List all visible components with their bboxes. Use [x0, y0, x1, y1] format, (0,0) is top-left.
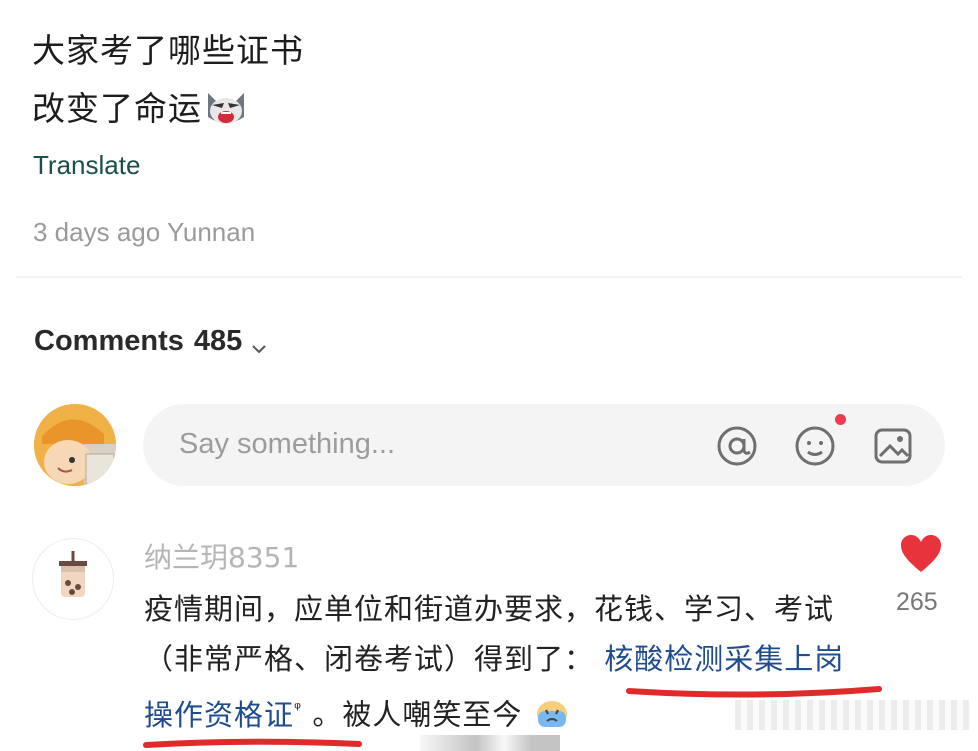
emoji-icon[interactable]: [793, 424, 837, 468]
like-count: 265: [896, 588, 938, 616]
at-icon[interactable]: [715, 424, 759, 468]
comments-count: 485: [193, 325, 243, 357]
post-title: 大家考了哪些证书 改变了命运: [32, 22, 304, 145]
image-icon[interactable]: [871, 424, 915, 468]
blurred-area: [735, 700, 970, 730]
screaming-cat-emoji-icon: [204, 87, 248, 145]
current-user-avatar[interactable]: [34, 404, 116, 486]
comments-label: Comments: [34, 325, 184, 357]
post-title-line-2: 改变了命运: [32, 80, 304, 145]
comments-header[interactable]: Comments 485: [34, 325, 268, 358]
comment-input-placeholder[interactable]: Say something...: [179, 428, 395, 461]
notification-dot: [835, 414, 846, 425]
heart-icon[interactable]: [900, 534, 942, 574]
annotation-underline-2: [143, 738, 362, 748]
comment-text-part-2: 。被人嘲笑至今: [312, 697, 523, 732]
post-title-line-1: 大家考了哪些证书: [32, 31, 304, 70]
commenter-avatar[interactable]: [32, 538, 114, 620]
blurred-area-bottom: [420, 735, 560, 751]
post-meta: 3 days ago Yunnan: [33, 217, 256, 247]
crying-face-emoji-icon: [533, 698, 571, 732]
comment-composer[interactable]: Say something...: [143, 404, 945, 486]
post-detail-page: 大家考了哪些证书 改变了命运 Translate 3 days ago Yunn…: [0, 0, 978, 751]
commenter-username[interactable]: 纳兰玥8351: [144, 536, 299, 576]
translate-link[interactable]: Translate: [33, 150, 140, 181]
search-mark-icon[interactable]: ᵠ: [294, 699, 302, 719]
section-divider: [16, 276, 962, 278]
chevron-down-icon[interactable]: [250, 333, 268, 353]
post-title-line-2-text: 改变了命运: [32, 89, 202, 128]
